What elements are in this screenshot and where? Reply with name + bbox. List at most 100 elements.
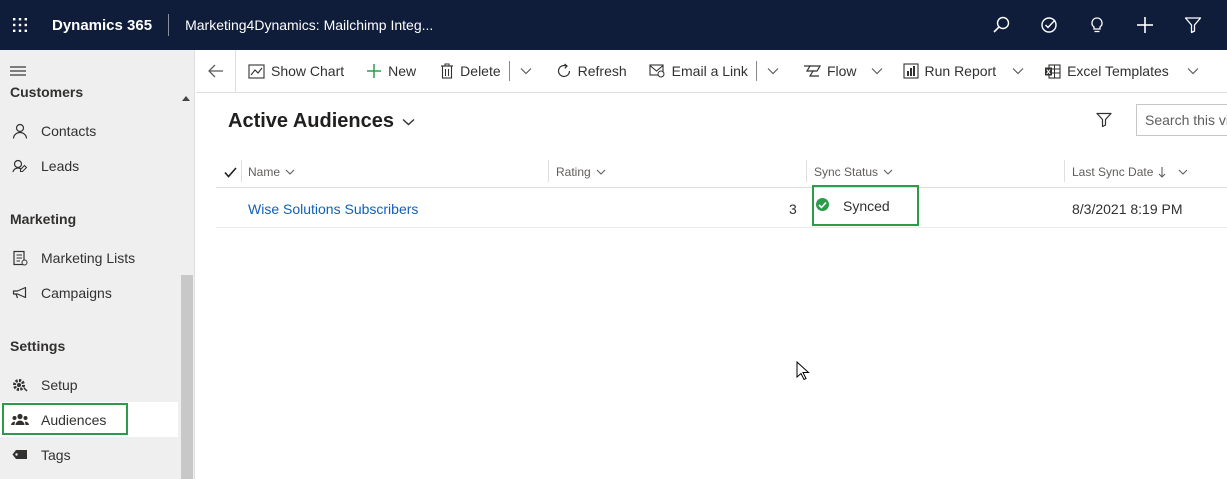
chevron-down-icon [285, 169, 295, 175]
sidebar-item-label: Campaigns [41, 284, 112, 301]
person-icon [0, 123, 40, 139]
main-content: Active Audiences Search this view Name R… [196, 94, 1227, 479]
sidebar-scrollbar[interactable] [179, 50, 194, 479]
gear-icon [0, 377, 40, 393]
sidebar-item-audiences[interactable]: Audiences [0, 402, 178, 437]
title-divider [168, 14, 170, 36]
svg-text:X: X [1046, 69, 1051, 76]
filter-icon[interactable] [1096, 112, 1112, 132]
chevron-down-icon [402, 118, 415, 126]
column-header-name[interactable]: Name [248, 156, 295, 188]
column-header-label: Name [248, 165, 281, 179]
sidebar-item-label: Contacts [41, 122, 97, 139]
run-report-chevron-icon[interactable] [1000, 50, 1032, 93]
sort-descending-icon [1158, 166, 1166, 178]
run-report-label: Run Report [924, 63, 997, 79]
scrollbar-thumb[interactable] [181, 275, 193, 479]
selection-highlight [2, 403, 128, 435]
sidebar-item-label: Setup [41, 376, 78, 393]
task-check-icon[interactable] [1025, 0, 1073, 50]
sidebar-item-campaigns[interactable]: Campaigns [0, 275, 178, 310]
email-link-icon [649, 64, 666, 78]
tag-icon [0, 449, 40, 461]
new-button[interactable]: New [352, 50, 424, 93]
email-link-label: Email a Link [671, 63, 748, 79]
email-link-button[interactable]: Email a Link [635, 50, 756, 93]
delete-label: Delete [460, 63, 501, 79]
search-placeholder: Search this view [1145, 112, 1227, 128]
filter-icon[interactable] [1169, 0, 1217, 50]
sidebar: Customers Contacts Leads Marketing Marke… [0, 50, 195, 479]
sidebar-group-customers: Customers [10, 84, 84, 100]
trash-icon [440, 63, 454, 79]
sidebar-group-marketing: Marketing [10, 211, 77, 227]
app-title[interactable]: Marketing4Dynamics: Mailchimp Integ... [185, 17, 433, 33]
excel-templates-chevron-icon[interactable] [1173, 50, 1205, 93]
sidebar-item-tags[interactable]: Tags [0, 437, 178, 472]
flow-button[interactable]: Flow [789, 50, 861, 93]
new-label: New [388, 63, 417, 79]
delete-button[interactable]: Delete [424, 50, 508, 93]
check-circle-icon [816, 198, 829, 211]
sidebar-group-settings: Settings [10, 338, 66, 354]
sidebar-item-marketing-lists[interactable]: Marketing Lists [0, 240, 178, 275]
app-name[interactable]: Dynamics 365 [52, 17, 152, 34]
refresh-label: Refresh [577, 63, 627, 79]
sidebar-item-contacts[interactable]: Contacts [0, 113, 178, 148]
email-dropdown-chevron-icon[interactable] [757, 50, 789, 93]
refresh-icon [556, 63, 572, 79]
top-navigation-bar: Dynamics 365 Marketing4Dynamics: Mailchi… [0, 0, 1227, 50]
scroll-up-arrow-icon[interactable] [182, 96, 190, 101]
sidebar-item-label: Marketing Lists [41, 249, 136, 266]
select-all-checkbox[interactable] [224, 156, 237, 188]
column-header-rating[interactable]: Rating [556, 156, 606, 188]
excel-templates-label: Excel Templates [1067, 63, 1169, 79]
run-report-button[interactable]: Run Report [891, 50, 1001, 93]
show-chart-button[interactable]: Show Chart [236, 50, 352, 93]
flow-dropdown-chevron-icon[interactable] [861, 50, 891, 93]
sync-status-value: Synced [843, 197, 890, 214]
sidebar-item-leads[interactable]: Leads [0, 148, 178, 183]
lightbulb-icon[interactable] [1073, 0, 1121, 50]
column-separator [548, 160, 549, 182]
column-separator [1064, 160, 1065, 182]
grid-header: Name Rating Sync Status Last Sync Date [216, 156, 1227, 188]
report-icon [902, 63, 919, 79]
excel-templates-button[interactable]: X Excel Templates [1032, 50, 1173, 93]
search-icon[interactable] [977, 0, 1025, 50]
sidebar-item-label: Tags [41, 446, 71, 463]
plus-icon [366, 63, 382, 79]
refresh-button[interactable]: Refresh [542, 50, 635, 93]
audience-name-link[interactable]: Wise Solutions Subscribers [248, 190, 418, 228]
top-actions [977, 0, 1217, 50]
column-separator [241, 160, 242, 182]
table-row[interactable]: Wise Solutions Subscribers 3 Synced 8/3/… [216, 185, 1227, 228]
column-separator [806, 160, 807, 182]
column-header-last-sync-date[interactable]: Last Sync Date [1072, 156, 1188, 188]
more-commands-chevron-icon[interactable] [510, 50, 542, 93]
search-input[interactable]: Search this view [1136, 104, 1227, 136]
plus-icon[interactable] [1121, 0, 1169, 50]
list-icon [0, 250, 40, 266]
chevron-down-icon [596, 169, 606, 175]
excel-icon: X [1044, 63, 1061, 79]
column-header-label: Last Sync Date [1072, 165, 1154, 179]
sidebar-item-setup[interactable]: Setup [0, 367, 178, 402]
view-selector[interactable]: Active Audiences [228, 110, 415, 133]
column-header-sync-status[interactable]: Sync Status [814, 156, 893, 188]
mouse-cursor-icon [796, 360, 810, 386]
megaphone-icon [0, 285, 40, 301]
sync-status-cell: Synced [812, 185, 919, 226]
hamburger-menu-icon[interactable] [10, 64, 26, 82]
leads-icon [0, 158, 40, 174]
app-launcher-icon[interactable] [0, 0, 40, 50]
column-header-label: Sync Status [814, 165, 879, 179]
page-title: Active Audiences [228, 110, 394, 132]
chart-icon [248, 63, 265, 79]
flow-label: Flow [826, 63, 857, 79]
chevron-down-icon [1178, 169, 1188, 175]
sidebar-item-label: Leads [41, 157, 80, 174]
back-arrow-icon[interactable] [196, 49, 236, 93]
last-sync-date-value: 8/3/2021 8:19 PM [1072, 201, 1183, 217]
show-chart-label: Show Chart [271, 63, 345, 79]
